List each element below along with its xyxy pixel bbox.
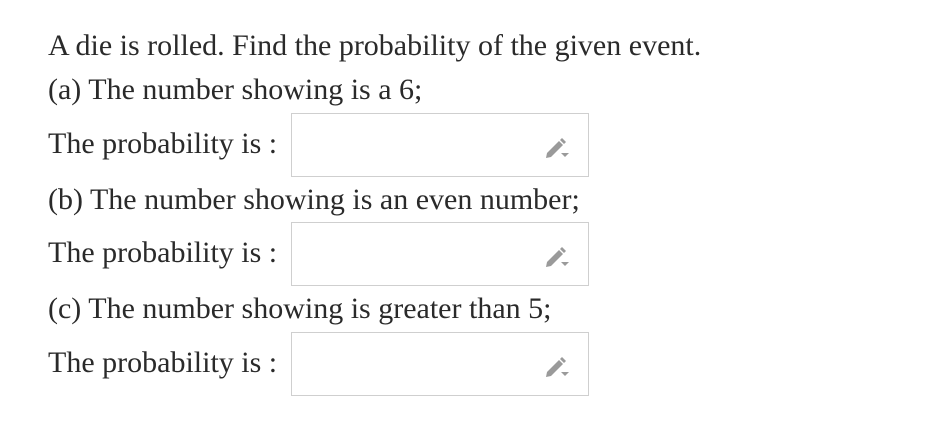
part-b-text: (b) The number showing is an even number… <box>48 183 580 216</box>
part-c-text: (c) The number showing is greater than 5… <box>48 292 552 325</box>
pencil-icon[interactable] <box>543 137 571 159</box>
pencil-icon[interactable] <box>543 356 571 378</box>
part-c-answer-label: The probability is : <box>48 346 278 379</box>
part-b-answer-box[interactable] <box>291 222 589 286</box>
part-a-answer-label: The probability is : <box>48 127 278 160</box>
part-a-answer-box[interactable] <box>291 113 589 177</box>
part-a-text: (a) The number showing is a 6; <box>48 73 423 106</box>
pencil-icon[interactable] <box>543 246 571 268</box>
part-b-answer-label: The probability is : <box>48 236 278 269</box>
question-intro: A die is rolled. Find the probability of… <box>48 29 702 62</box>
part-c-answer-box[interactable] <box>291 332 589 396</box>
